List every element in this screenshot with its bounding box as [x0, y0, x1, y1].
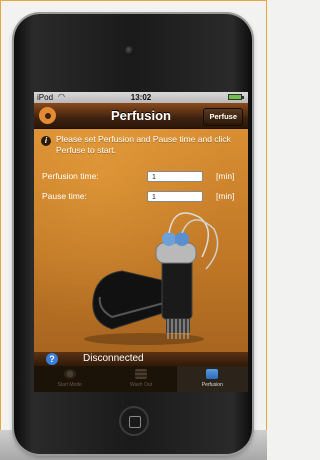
tab-label: Wash Out — [129, 382, 153, 388]
status-time: 13:02 — [130, 93, 152, 102]
perfusion-device-illustration — [84, 212, 219, 345]
tab-wash-out[interactable]: Wash Out — [105, 366, 176, 392]
calculator-icon — [206, 369, 219, 379]
tab-perfusion[interactable]: Perfusion — [176, 366, 248, 392]
tab-label: Perfusion — [201, 382, 223, 388]
list-icon — [134, 369, 147, 379]
home-button[interactable] — [119, 406, 149, 436]
perfusion-time-unit: [min] — [216, 171, 235, 181]
tab-label: Start Mode — [57, 382, 82, 388]
battery-icon — [228, 94, 244, 100]
tab-bar: Start Mode Wash Out Perfusion — [34, 366, 248, 392]
connection-bar: ? Disconnected — [34, 352, 248, 366]
gear-icon — [63, 369, 76, 379]
connection-status: Disconnected — [83, 353, 144, 364]
front-camera — [125, 46, 134, 55]
perfusion-time-label: Perfusion time: — [42, 171, 99, 181]
nav-bar: Perfusion Perfuse — [34, 103, 248, 129]
help-icon[interactable]: ? — [46, 353, 58, 365]
instructions-text: Please set Perfusion and Pause time and … — [56, 134, 231, 155]
perfusion-time-input[interactable]: 1 — [147, 171, 203, 182]
status-bar: iPod ◠ 13:02 — [34, 92, 248, 103]
perfuse-button[interactable]: Perfuse — [203, 108, 243, 126]
main-content: i Please set Perfusion and Pause time an… — [34, 129, 248, 352]
info-icon: i — [41, 136, 51, 146]
tab-start-mode[interactable]: Start Mode — [34, 366, 105, 392]
app-screen: iPod ◠ 13:02 Perfusion Perfuse i Please … — [34, 92, 248, 392]
home-square-icon — [129, 416, 141, 428]
